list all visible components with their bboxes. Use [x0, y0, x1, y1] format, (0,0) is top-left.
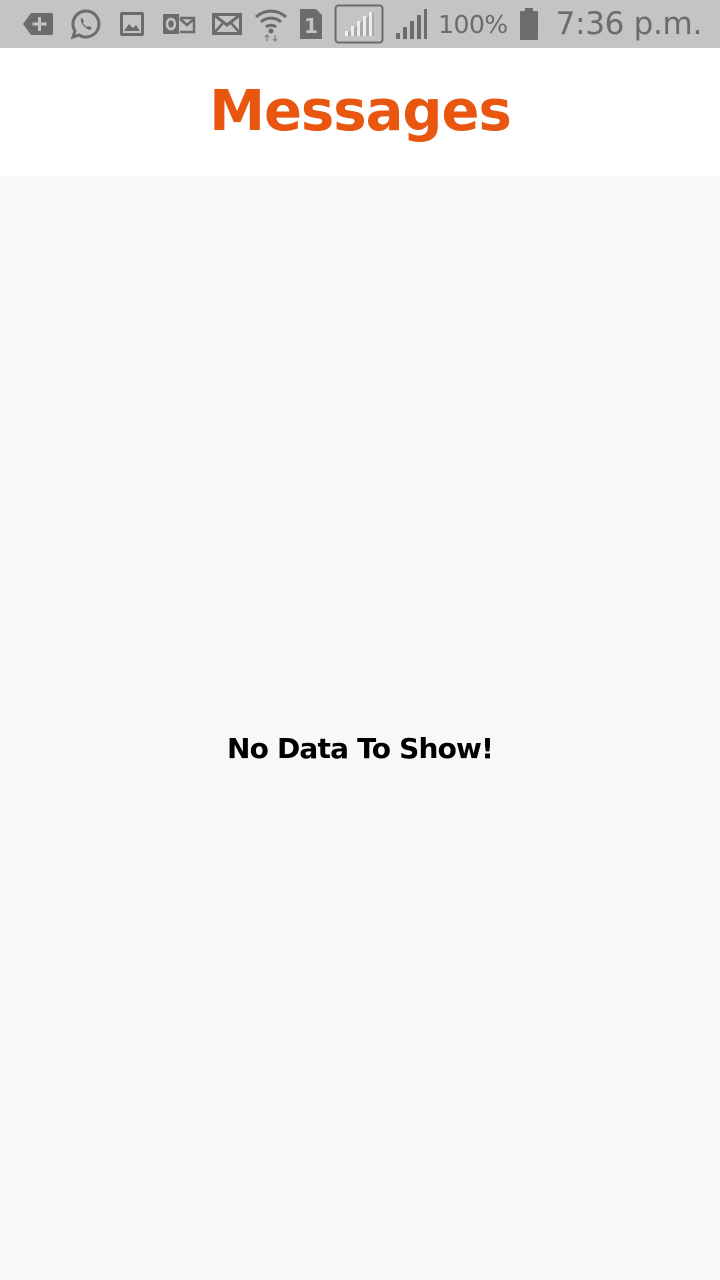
wifi-icon: [254, 6, 288, 42]
whatsapp-icon: [70, 8, 102, 40]
empty-state-text: No Data To Show!: [226, 732, 494, 765]
notification-icons: [0, 8, 242, 40]
battery-percent: 100%: [438, 9, 508, 39]
app-header: Messages: [0, 48, 720, 176]
page-title: Messages: [209, 78, 512, 144]
add-box-icon: [22, 11, 54, 37]
outlook-icon: [162, 11, 196, 37]
clock: 7:36 p.m.: [555, 6, 703, 42]
mail-icon: [212, 12, 242, 36]
sim-1-icon: 1: [298, 7, 324, 41]
screen: 1 100% 7:36 p.m. Messages No Data To Sho…: [0, 0, 720, 1280]
messages-list-area: No Data To Show!: [0, 176, 720, 1280]
status-bar: 1 100% 7:36 p.m.: [0, 0, 720, 48]
system-icons: 1 100% 7:36 p.m.: [254, 0, 702, 48]
signal-icon: [394, 7, 428, 41]
image-icon: [118, 10, 146, 38]
svg-text:1: 1: [304, 14, 318, 38]
signal-icon: [334, 4, 384, 44]
battery-icon: [518, 7, 540, 41]
